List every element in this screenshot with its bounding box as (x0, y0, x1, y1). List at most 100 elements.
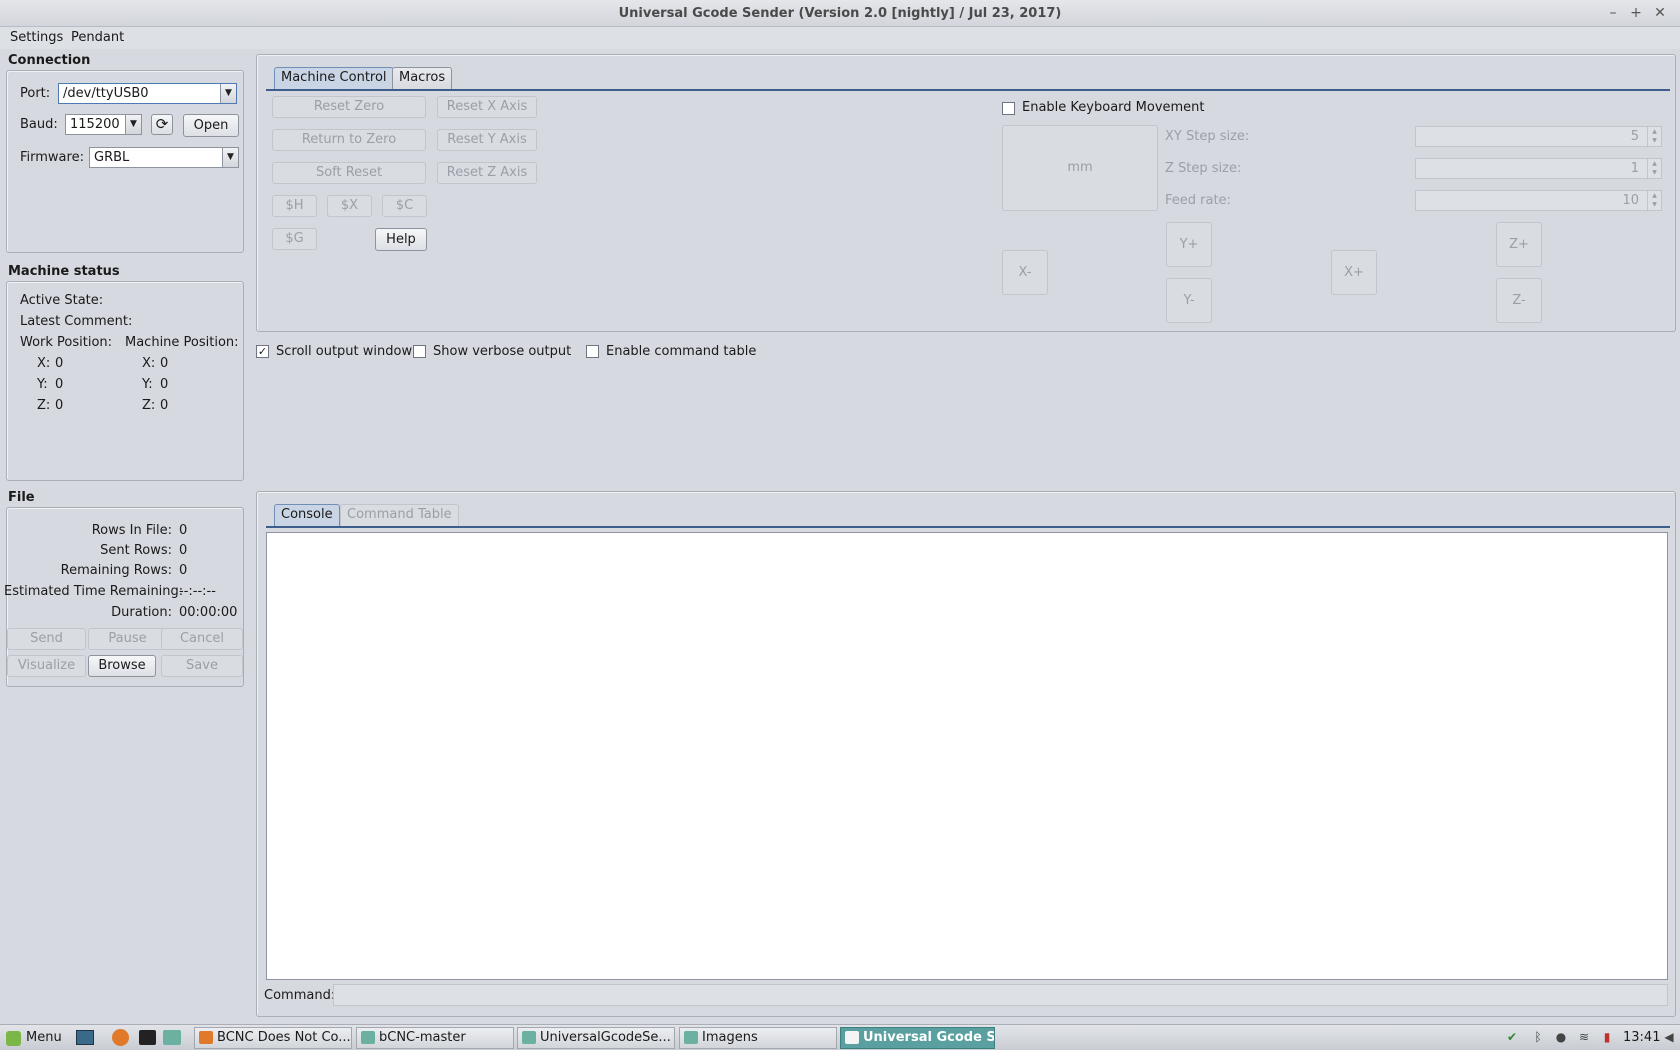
task-label: BCNC Does Not Co... (217, 1030, 351, 1045)
remaining-rows-value: 0 (179, 563, 188, 578)
machine-axis-label: Z: (142, 398, 156, 413)
save-button[interactable]: Save (161, 655, 243, 677)
estimated-time-value: --:--:-- (179, 584, 216, 599)
spinner-arrows-icon[interactable]: ▲ ▼ (1647, 127, 1661, 146)
battery-icon[interactable]: ▮ (1600, 1030, 1614, 1044)
scroll-output-checkbox[interactable]: ✓ (256, 345, 269, 358)
machine-status-title: Machine status (8, 264, 120, 279)
minimize-button[interactable]: – (1604, 4, 1622, 22)
help-button[interactable]: Help (375, 228, 427, 251)
jog-y-minus-button[interactable]: Y- (1166, 278, 1212, 323)
check-mode-button[interactable]: $C (382, 195, 427, 217)
menu-settings[interactable]: Settings (10, 27, 63, 49)
pause-button[interactable]: Pause (88, 628, 167, 650)
machine-axis-label: Y: (142, 377, 153, 392)
chevron-down-icon[interactable]: ▼ (125, 115, 141, 134)
task-bcnc-master[interactable]: bCNC-master (356, 1027, 514, 1049)
volume-icon[interactable]: ◀ (1662, 1030, 1676, 1044)
reset-x-axis-button[interactable]: Reset X Axis (437, 96, 537, 118)
sent-rows-value: 0 (179, 543, 188, 558)
refresh-ports-button[interactable]: ⟳ (151, 114, 173, 135)
task-ugs-folder[interactable]: UniversalGcodeSe... (517, 1027, 675, 1049)
maximize-button[interactable]: + (1627, 4, 1645, 22)
machine-x-value: 0 (160, 356, 169, 371)
tab-console[interactable]: Console (274, 504, 340, 526)
task-ugs-app[interactable]: Universal Gcode Se... (840, 1027, 995, 1049)
task-bcnc-browser[interactable]: BCNC Does Not Co... (194, 1027, 352, 1049)
work-axis-label: Z: (37, 398, 51, 413)
remaining-rows-label: Remaining Rows: (60, 563, 172, 578)
baud-label: Baud: (20, 117, 58, 132)
start-menu-button[interactable]: Menu (6, 1028, 62, 1048)
xy-step-label: XY Step size: (1165, 129, 1250, 144)
machine-z-value: 0 (160, 398, 169, 413)
feed-rate-value: 10 (1622, 193, 1639, 208)
reset-z-axis-button[interactable]: Reset Z Axis (437, 162, 537, 184)
verbose-output-checkbox[interactable] (413, 345, 426, 358)
open-button[interactable]: Open (183, 114, 239, 137)
firefox-icon[interactable] (112, 1029, 129, 1046)
task-imagens[interactable]: Imagens (679, 1027, 837, 1049)
z-step-spinner[interactable]: 1 ▲ ▼ (1415, 158, 1662, 179)
terminal-icon[interactable] (139, 1030, 156, 1045)
close-button[interactable]: ✕ (1651, 4, 1669, 22)
port-label: Port: (20, 86, 51, 101)
command-input[interactable] (333, 984, 1668, 1006)
firmware-combo[interactable]: GRBL ▼ (89, 147, 239, 168)
home-button[interactable]: $H (272, 195, 317, 217)
work-axis-label: Y: (37, 377, 48, 392)
shield-icon[interactable]: ✔ (1505, 1030, 1519, 1044)
chevron-down-icon[interactable]: ▼ (222, 148, 238, 167)
chevron-down-icon[interactable]: ▼ (220, 84, 236, 103)
firefox-icon (199, 1031, 213, 1044)
reset-zero-button[interactable]: Reset Zero (272, 96, 426, 118)
xy-step-spinner[interactable]: 5 ▲ ▼ (1415, 126, 1662, 147)
clock[interactable]: 13:41 (1623, 1030, 1660, 1045)
estimated-time-label: Estimated Time Remaining: (4, 584, 184, 599)
cancel-button[interactable]: Cancel (161, 628, 243, 650)
taskbar: Menu BCNC Does Not Co... bCNC-master Uni… (0, 1024, 1680, 1050)
browse-button[interactable]: Browse (88, 655, 156, 677)
send-button[interactable]: Send (7, 628, 86, 650)
tab-divider (266, 526, 1670, 528)
work-z-value: 0 (55, 398, 64, 413)
work-position-label: Work Position: (20, 335, 113, 350)
duration-label: Duration: (111, 605, 172, 620)
tab-command-table[interactable]: Command Table (340, 504, 459, 526)
show-desktop-icon[interactable] (76, 1030, 94, 1045)
spinner-arrows-icon[interactable]: ▲ ▼ (1647, 191, 1661, 210)
kill-alarm-button[interactable]: $X (327, 195, 372, 217)
jog-y-plus-button[interactable]: Y+ (1166, 222, 1212, 267)
visualize-button[interactable]: Visualize (7, 655, 86, 677)
gcode-state-button[interactable]: $G (272, 228, 317, 250)
console-output[interactable] (266, 532, 1668, 980)
file-manager-icon[interactable] (163, 1030, 181, 1045)
command-table-checkbox[interactable] (586, 345, 599, 358)
reset-y-axis-button[interactable]: Reset Y Axis (437, 129, 537, 151)
port-combo[interactable]: /dev/ttyUSB0 ▼ (58, 83, 237, 104)
feed-rate-spinner[interactable]: 10 ▲ ▼ (1415, 190, 1662, 211)
scroll-output-label: Scroll output window (276, 344, 413, 359)
refresh-icon: ⟳ (155, 115, 169, 133)
soft-reset-button[interactable]: Soft Reset (272, 162, 426, 184)
tab-macros[interactable]: Macros (392, 67, 453, 89)
units-toggle-button[interactable]: mm (1002, 125, 1158, 211)
menu-bar: Settings Pendant (0, 27, 1680, 49)
jog-x-plus-button[interactable]: X+ (1331, 250, 1377, 295)
user-icon[interactable]: ● (1554, 1030, 1568, 1044)
tab-machine-control[interactable]: Machine Control (274, 67, 394, 89)
rows-in-file-value: 0 (179, 523, 188, 538)
jog-x-minus-button[interactable]: X- (1002, 250, 1048, 295)
menu-pendant[interactable]: Pendant (71, 27, 124, 49)
jog-z-plus-button[interactable]: Z+ (1496, 222, 1542, 267)
mint-logo-icon (6, 1031, 21, 1046)
verbose-output-label: Show verbose output (433, 344, 572, 359)
spinner-arrows-icon[interactable]: ▲ ▼ (1647, 159, 1661, 178)
z-step-label: Z Step size: (1165, 161, 1242, 176)
enable-keyboard-checkbox[interactable] (1002, 102, 1015, 115)
jog-z-minus-button[interactable]: Z- (1496, 278, 1542, 323)
baud-combo[interactable]: 115200 ▼ (65, 114, 142, 135)
bluetooth-icon[interactable]: ᛒ (1531, 1030, 1545, 1044)
wifi-icon[interactable]: ≋ (1577, 1030, 1591, 1044)
return-to-zero-button[interactable]: Return to Zero (272, 129, 426, 151)
